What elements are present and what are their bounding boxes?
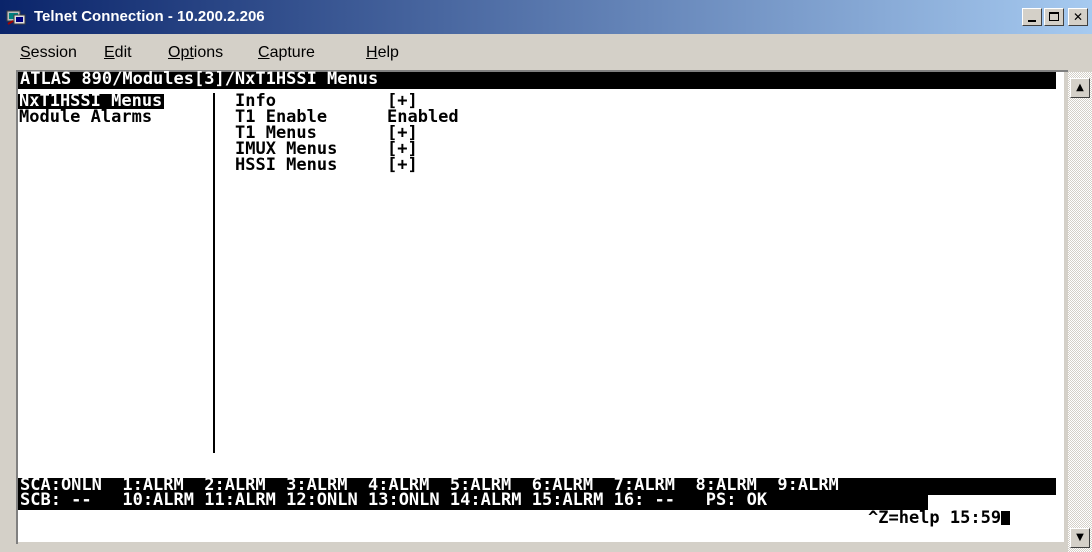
minimize-icon	[1028, 20, 1036, 22]
telnet-app-icon	[6, 10, 26, 25]
cursor	[1001, 511, 1011, 525]
menu-options-accel: Opt	[168, 44, 194, 61]
menu-bar: Session Edit Options Capture Help	[0, 42, 1092, 64]
left-menu-item[interactable]: Module Alarms	[19, 109, 152, 126]
scroll-up-button[interactable]: ▲	[1070, 78, 1090, 98]
status-line-2: SCB: -- 10:ALRM 11:ALRM 12:ONLN 13:ONLN …	[18, 492, 928, 510]
menu-capture-rest: apture	[269, 44, 315, 61]
title-bar[interactable]: Telnet Connection - 10.200.2.206 ✕	[0, 0, 1092, 34]
help-text: ^Z=help 15:59	[868, 508, 1002, 528]
menu-help-rest: elp	[377, 44, 399, 61]
window-title: Telnet Connection - 10.200.2.206	[34, 8, 265, 25]
arrow-up-icon: ▲	[1076, 82, 1084, 93]
help-line: ^Z=help 15:59	[868, 508, 1011, 528]
menu-options[interactable]: Options	[168, 44, 223, 62]
scroll-down-button[interactable]: ▼	[1070, 528, 1090, 548]
menu-session-rest: ession	[30, 44, 77, 61]
menu-session[interactable]: Session	[20, 44, 77, 62]
menu-help-accel: H	[366, 44, 378, 61]
menu-options-rest: ions	[193, 44, 224, 61]
menu-capture-accel: C	[258, 44, 270, 61]
menu-capture[interactable]: Capture	[258, 44, 315, 62]
arrow-down-icon: ▼	[1076, 532, 1084, 543]
terminal-screen[interactable]: ATLAS 890/Modules[3]/NxT1HSSI Menus NxT1…	[18, 71, 1064, 542]
menu-path: ATLAS 890/Modules[3]/NxT1HSSI Menus	[18, 71, 1056, 89]
vertical-scrollbar[interactable]: ▲ ▼	[1068, 72, 1092, 552]
minimize-button[interactable]	[1022, 8, 1042, 26]
menu-edit-accel: E	[104, 44, 115, 61]
close-button[interactable]: ✕	[1068, 8, 1088, 26]
menu-edit-rest: dit	[114, 44, 132, 61]
menu-help[interactable]: Help	[366, 44, 399, 62]
maximize-button[interactable]	[1044, 8, 1064, 26]
maximize-icon	[1049, 12, 1059, 21]
menu-session-accel: S	[20, 44, 31, 61]
right-menu-label[interactable]: HSSI Menus	[235, 157, 337, 174]
menu-edit[interactable]: Edit	[104, 44, 132, 62]
menu-divider	[213, 93, 215, 453]
right-menu-value: [+]	[387, 155, 418, 175]
close-icon: ✕	[1072, 10, 1084, 24]
